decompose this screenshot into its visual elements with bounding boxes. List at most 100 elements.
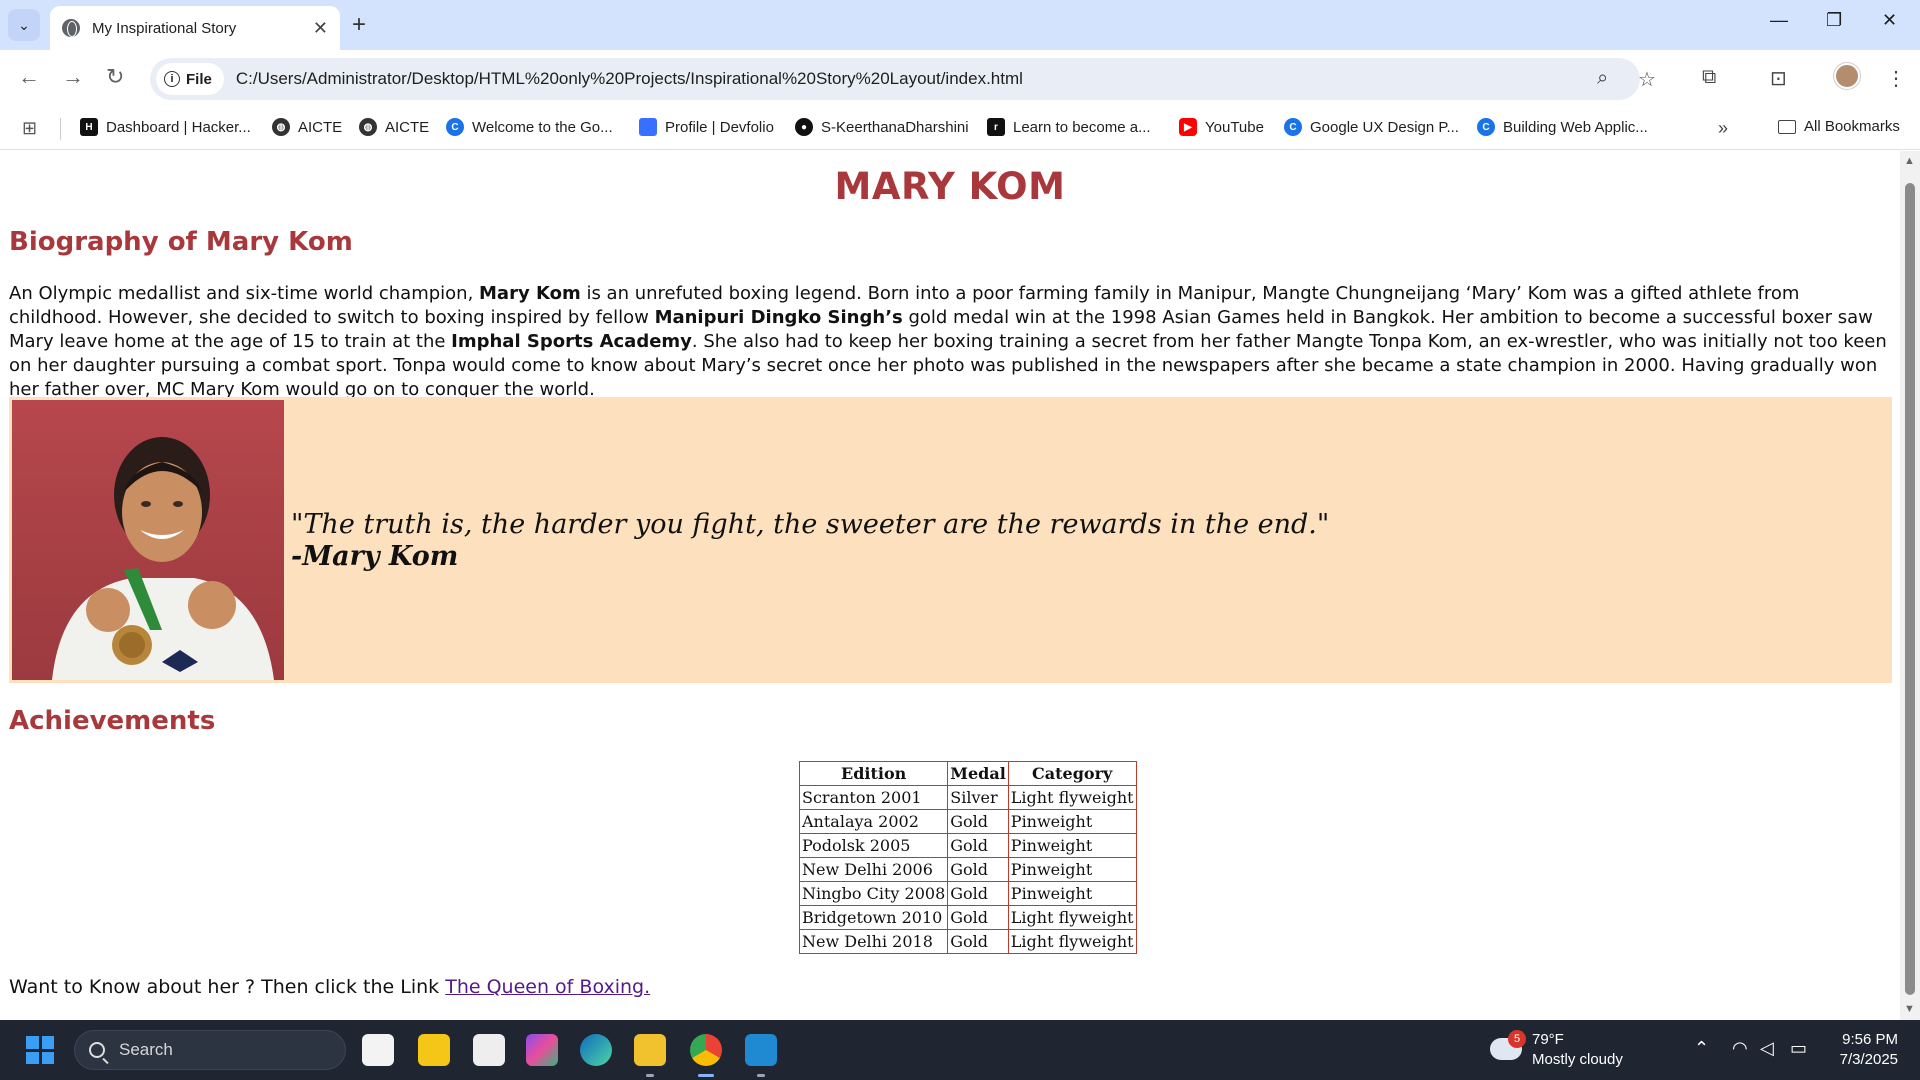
bookmark-item[interactable]: ◍ AICTE (359, 118, 429, 136)
table-cell: Podolsk 2005 (798, 833, 949, 858)
coursera-icon: C (1284, 118, 1302, 136)
chevron-up-icon[interactable]: ⌃ (1694, 1038, 1709, 1059)
link-prompt-text: Want to Know about her ? Then click the … (9, 976, 446, 998)
address-bar[interactable]: i File C:/Users/Administrator/Desktop/HT… (150, 58, 1656, 100)
chrome-icon[interactable] (690, 1034, 722, 1066)
star-icon[interactable]: ☆ (1638, 67, 1656, 92)
menu-icon[interactable]: ⋮ (1886, 66, 1906, 91)
page-title: MARY KOM (834, 165, 1066, 208)
column-header: Category (1007, 761, 1137, 786)
screenshot-icon[interactable]: ⊡ (1770, 66, 1787, 91)
bookmark-label: S-KeerthanaDharshini (821, 118, 969, 136)
store-icon[interactable] (362, 1034, 394, 1066)
site-info-chip[interactable]: i File (156, 63, 224, 95)
bookmark-item[interactable]: ◍ AICTE (272, 118, 342, 136)
table-cell: Light flyweight (1007, 929, 1137, 954)
apps-grid-icon[interactable]: ⊞ (22, 118, 37, 139)
table-cell: Light flyweight (1007, 785, 1137, 810)
file-explorer-icon[interactable] (634, 1034, 666, 1066)
vscode-icon[interactable] (745, 1034, 777, 1066)
zoom-icon[interactable]: ⌕ (1597, 67, 1608, 90)
table-row: New Delhi 2018 Gold Light flyweight (798, 929, 1137, 954)
pbl-app-icon[interactable] (473, 1034, 505, 1066)
close-window-icon[interactable]: ✕ (1882, 10, 1897, 31)
bookmark-item[interactable]: ● S-KeerthanaDharshini (795, 118, 969, 136)
bookmark-item[interactable]: ▶ YouTube (1179, 118, 1264, 136)
weather-widget[interactable]: 5 79°F Mostly cloudy (1490, 1030, 1623, 1070)
file-label: File (186, 70, 212, 88)
close-tab-icon[interactable]: ✕ (313, 18, 328, 39)
hackerearth-icon: H (80, 118, 98, 136)
weather-temp: 79°F (1532, 1031, 1564, 1048)
active-indicator (698, 1074, 714, 1077)
table-cell: Gold (947, 809, 1009, 834)
reload-icon[interactable]: ↻ (106, 64, 124, 90)
table-cell: Gold (947, 929, 1009, 954)
github-icon: ● (795, 118, 813, 136)
bookmark-item[interactable]: C Google UX Design P... (1284, 118, 1459, 136)
clock-time: 9:56 PM (1842, 1031, 1898, 1048)
back-icon[interactable]: ← (18, 64, 40, 90)
chevron-down-icon: ⌄ (18, 16, 30, 33)
queen-of-boxing-link[interactable]: The Queen of Boxing. (445, 976, 650, 998)
table-cell: Antalaya 2002 (798, 809, 949, 834)
bookmark-label: Profile | Devfolio (665, 118, 774, 136)
m365-icon[interactable] (526, 1034, 558, 1066)
search-placeholder: Search (119, 1040, 173, 1059)
bio-bold: Manipuri Dingko Singh’s (654, 307, 903, 328)
bio-text: An Olympic medallist and six-time world … (9, 283, 480, 304)
wifi-icon[interactable]: ◠ (1732, 1038, 1748, 1059)
youtube-icon: ▶ (1179, 118, 1197, 136)
bookmark-label: Building Web Applic... (1503, 118, 1648, 136)
clock-date: 7/3/2025 (1839, 1051, 1898, 1068)
table-cell: Light flyweight (1007, 905, 1137, 930)
scroll-up-icon[interactable]: ▲ (1904, 155, 1915, 167)
table-header-row: Edition Medal Category (798, 761, 1137, 786)
bookmark-label: AICTE (298, 118, 343, 136)
devfolio-icon (639, 118, 657, 136)
edge-icon[interactable] (580, 1034, 612, 1066)
portrait-illustration (52, 437, 274, 680)
bookmark-label: Learn to become a... (1013, 118, 1151, 136)
active-tab[interactable]: My Inspirational Story ✕ (50, 6, 340, 50)
tab-search-button[interactable]: ⌄ (8, 9, 40, 41)
column-header: Medal (947, 761, 1009, 786)
volume-icon[interactable]: ◁ (1760, 1038, 1774, 1059)
forward-icon[interactable]: → (62, 64, 84, 90)
bookmark-label: Dashboard | Hacker... (106, 118, 251, 136)
table-cell: Bridgetown 2010 (798, 905, 949, 930)
minimize-icon[interactable]: — (1770, 10, 1788, 31)
page-scrollbar[interactable]: ▲ ▼ (1900, 151, 1920, 1021)
new-tab-button[interactable]: + (352, 11, 366, 39)
bookmark-item[interactable]: C Welcome to the Go... (446, 118, 613, 136)
extensions-icon[interactable]: ⧉ (1702, 66, 1716, 89)
table-cell: Scranton 2001 (798, 785, 949, 810)
running-indicator (757, 1074, 765, 1077)
table-cell: New Delhi 2006 (798, 857, 949, 882)
bookmark-item[interactable]: Profile | Devfolio (639, 118, 774, 136)
table-cell: Pinweight (1007, 833, 1137, 858)
coursera-icon: C (1477, 118, 1495, 136)
system-clock[interactable]: 9:56 PM 7/3/2025 (1826, 1030, 1898, 1070)
quote-author: -Mary Kom (291, 541, 459, 572)
scroll-thumb[interactable] (1905, 183, 1915, 995)
battery-icon[interactable]: ▭ (1790, 1038, 1807, 1059)
windows-start-icon[interactable] (26, 1036, 54, 1064)
scroll-down-icon[interactable]: ▼ (1904, 1003, 1915, 1015)
achievements-table: Edition Medal Category Scranton 2001 Sil… (798, 761, 1137, 954)
windows-taskbar: Search 5 79°F Mostly cloudy ⌃ ◠ ◁ ▭ 9:56… (0, 1020, 1920, 1080)
table-cell: Pinweight (1007, 809, 1137, 834)
google-course-icon: C (446, 118, 464, 136)
profile-avatar[interactable] (1834, 63, 1860, 89)
restore-icon[interactable]: ❐ (1826, 10, 1842, 31)
browser-toolbar: ← → ↻ i File C:/Users/Administrator/Desk… (0, 50, 1920, 108)
more-bookmarks-icon[interactable]: » (1718, 118, 1728, 139)
bookmark-item[interactable]: H Dashboard | Hacker... (80, 118, 251, 136)
bookmark-item[interactable]: C Building Web Applic... (1477, 118, 1648, 136)
sticky-notes-icon[interactable] (418, 1034, 450, 1066)
table-cell: Gold (947, 905, 1009, 930)
taskbar-search[interactable]: Search (74, 1030, 346, 1070)
url-text[interactable]: C:/Users/Administrator/Desktop/HTML%20on… (236, 69, 1023, 89)
all-bookmarks-button[interactable]: All Bookmarks (1778, 118, 1900, 135)
bookmark-item[interactable]: r Learn to become a... (987, 118, 1151, 136)
